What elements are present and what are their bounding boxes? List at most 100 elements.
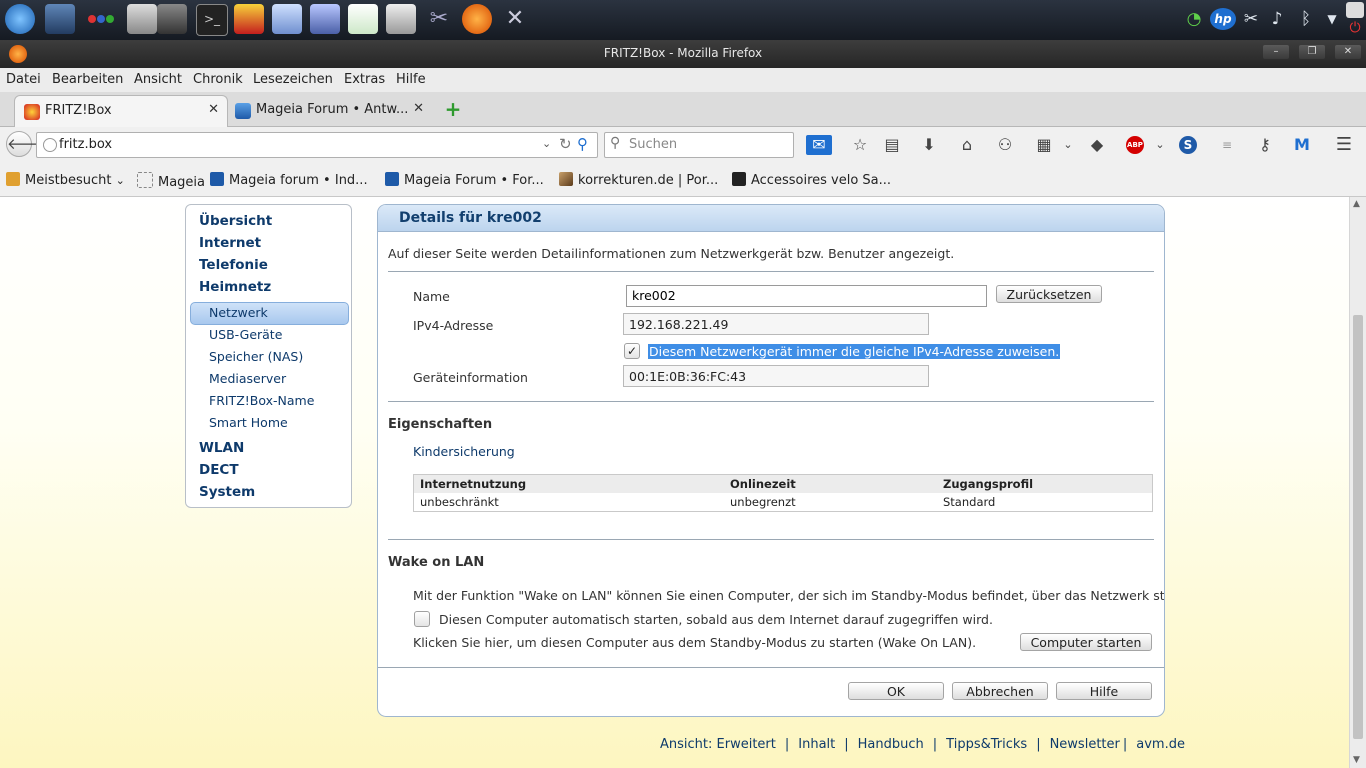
url-text[interactable]: fritz.box [59,137,112,152]
menu-bearbeiten[interactable]: Bearbeiten [52,72,123,87]
menu-datei[interactable]: Datei [6,72,41,87]
sync-icon[interactable]: ⚇ [995,135,1015,155]
same-ip-checkbox-label[interactable]: Diesem Netzwerkgerät immer die gleiche I… [648,344,1061,359]
scissors-icon[interactable]: ✂ [1240,8,1262,30]
sidebar-item-heimnetz[interactable]: Heimnetz [199,279,271,295]
menu-extras[interactable]: Extras [344,72,385,87]
clipboard-icon[interactable]: ▦ [1034,135,1054,155]
lock-screen-icon[interactable] [1346,2,1364,18]
cancel-button[interactable]: Abbrechen [952,682,1048,700]
url-dropdown-icon[interactable]: ⌄ [542,137,551,150]
reading-list-icon[interactable]: ▤ [882,135,902,155]
tab-mageia-forum[interactable]: Mageia Forum • Antw... ✕ [226,95,432,126]
menu-ansicht[interactable]: Ansicht [134,72,182,87]
hp-printer-icon[interactable]: hp [1210,8,1236,30]
sidebar-item-internet[interactable]: Internet [199,235,261,251]
sidebar-item-system[interactable]: System [199,484,255,500]
bookmark-meistbesucht[interactable]: Meistbesucht ⌄ [6,172,125,188]
start-menu-icon[interactable] [5,4,35,34]
minimize-button[interactable]: – [1263,45,1289,59]
name-input[interactable] [626,285,987,307]
footer-link-handbuch[interactable]: Handbuch [858,737,924,752]
mail-icon[interactable]: ✉ [806,135,832,155]
bookmark-mageia-forum[interactable]: Mageia Forum • For... [385,172,544,188]
ok-button[interactable]: OK [848,682,944,700]
sidebar-item-smart-home[interactable]: Smart Home [209,415,288,430]
footer-link-newsletter[interactable]: Newsletter [1050,737,1120,752]
same-ip-checkbox[interactable]: ✓ [624,343,640,359]
menu-hilfe[interactable]: Hilfe [396,72,426,87]
adblock-plus-icon[interactable]: ABP [1126,136,1144,154]
power-icon[interactable]: ⏻ [1346,20,1364,36]
network-tool-icon[interactable] [386,4,416,34]
desktop-icon[interactable] [45,4,75,34]
close-window-button[interactable]: ✕ [1335,45,1361,59]
wol-checkbox[interactable] [414,611,430,627]
back-button[interactable]: 🡐 [6,131,47,157]
reset-button[interactable]: Zurücksetzen [996,285,1102,303]
bookmark-accessoires[interactable]: Accessoires velo Sa... [732,172,891,188]
window-list-icon[interactable] [127,4,157,34]
home-icon[interactable]: ⌂ [957,135,977,155]
tray-expand-icon[interactable]: ▼ [1321,8,1343,30]
volume-icon[interactable]: ♪ [1266,8,1288,30]
addon-icon[interactable]: ◆ [1087,135,1107,155]
app-launcher-icon[interactable] [234,4,264,34]
sidebar-item-mediaserver[interactable]: Mediaserver [209,371,286,386]
sidebar-item-dect[interactable]: DECT [199,462,239,478]
bookmark-mageia[interactable]: Mageia [137,172,205,190]
new-tab-icon[interactable]: + [444,99,462,119]
gmail-icon[interactable]: M [1292,135,1312,155]
sidebar-item-telefonie[interactable]: Telefonie [199,257,268,273]
settings-tools-icon[interactable]: ✕ [500,4,530,34]
tab-fritzbox[interactable]: FRITZ!Box ✕ [14,95,228,127]
sidebar-item-usb-geraete[interactable]: USB-Geräte [209,327,282,342]
firefox-icon[interactable] [462,4,492,34]
menu-chronik[interactable]: Chronik [193,72,243,87]
maximize-button[interactable]: ❐ [1299,45,1325,59]
search-go-icon[interactable]: ⚲ [577,135,588,153]
skype-icon[interactable]: S [1179,136,1197,154]
adblock-dropdown-icon[interactable]: ⌄ [1150,135,1170,155]
search-bar[interactable]: ⚲ Suchen [604,132,794,158]
footer-link-avm[interactable]: avm.de [1136,737,1185,752]
scrollbar-thumb[interactable] [1353,315,1363,739]
downloads-icon[interactable]: ⬇ [919,135,939,155]
bookmark-korrekturen[interactable]: korrekturen.de | Por... [559,172,718,188]
menu-lesezeichen[interactable]: Lesezeichen [253,72,333,87]
footer-link-tipps[interactable]: Tipps&Tricks [946,737,1027,752]
scroll-up-icon[interactable]: ▲ [1353,199,1360,209]
scroll-down-icon[interactable]: ▼ [1353,755,1360,765]
sidebar-item-uebersicht[interactable]: Übersicht [199,213,272,229]
page-scrollbar[interactable]: ▲ ▼ [1349,197,1366,768]
reload-icon[interactable]: ↻ [559,135,572,153]
wol-checkbox-label[interactable]: Diesen Computer automatisch starten, sob… [439,612,993,627]
sidebar-item-wlan[interactable]: WLAN [199,440,244,456]
help-button[interactable]: Hilfe [1056,682,1152,700]
bluetooth-icon[interactable]: ᛒ [1295,8,1317,30]
window-list-2-icon[interactable] [157,4,187,34]
workspace-dots-icon[interactable] [86,4,116,34]
password-manager-icon[interactable]: ⚷ [1255,135,1275,155]
file-manager-icon[interactable] [272,4,302,34]
tools-icon[interactable]: ✂ [424,4,454,34]
close-tab-icon[interactable]: ✕ [413,101,424,116]
screenshot-icon[interactable] [310,4,340,34]
sidebar-item-fritzbox-name[interactable]: FRITZ!Box-Name [209,393,314,408]
parental-control-link[interactable]: Kindersicherung [413,444,515,459]
computer-start-button[interactable]: Computer starten [1020,633,1152,651]
sidebar-item-netzwerk[interactable]: Netzwerk [209,305,268,320]
calendar-icon[interactable] [348,4,378,34]
reader-icon[interactable]: ≡ [1217,135,1237,155]
view-mode-link[interactable]: Erweitert [717,737,776,752]
url-bar[interactable]: fritz.box ⌄ ↻ ⚲ [36,132,598,158]
hamburger-menu-icon[interactable]: ☰ [1334,135,1354,155]
clipboard-dropdown-icon[interactable]: ⌄ [1058,135,1078,155]
footer-link-inhalt[interactable]: Inhalt [798,737,835,752]
bookmark-star-icon[interactable]: ☆ [850,135,870,155]
bookmark-mageia-forum-index[interactable]: Mageia forum • Ind... [210,172,368,188]
terminal-icon[interactable]: >_ [196,4,228,36]
close-tab-icon[interactable]: ✕ [208,102,219,117]
sidebar-item-speicher[interactable]: Speicher (NAS) [209,349,303,364]
wifi-icon[interactable]: ◔ [1183,8,1205,30]
